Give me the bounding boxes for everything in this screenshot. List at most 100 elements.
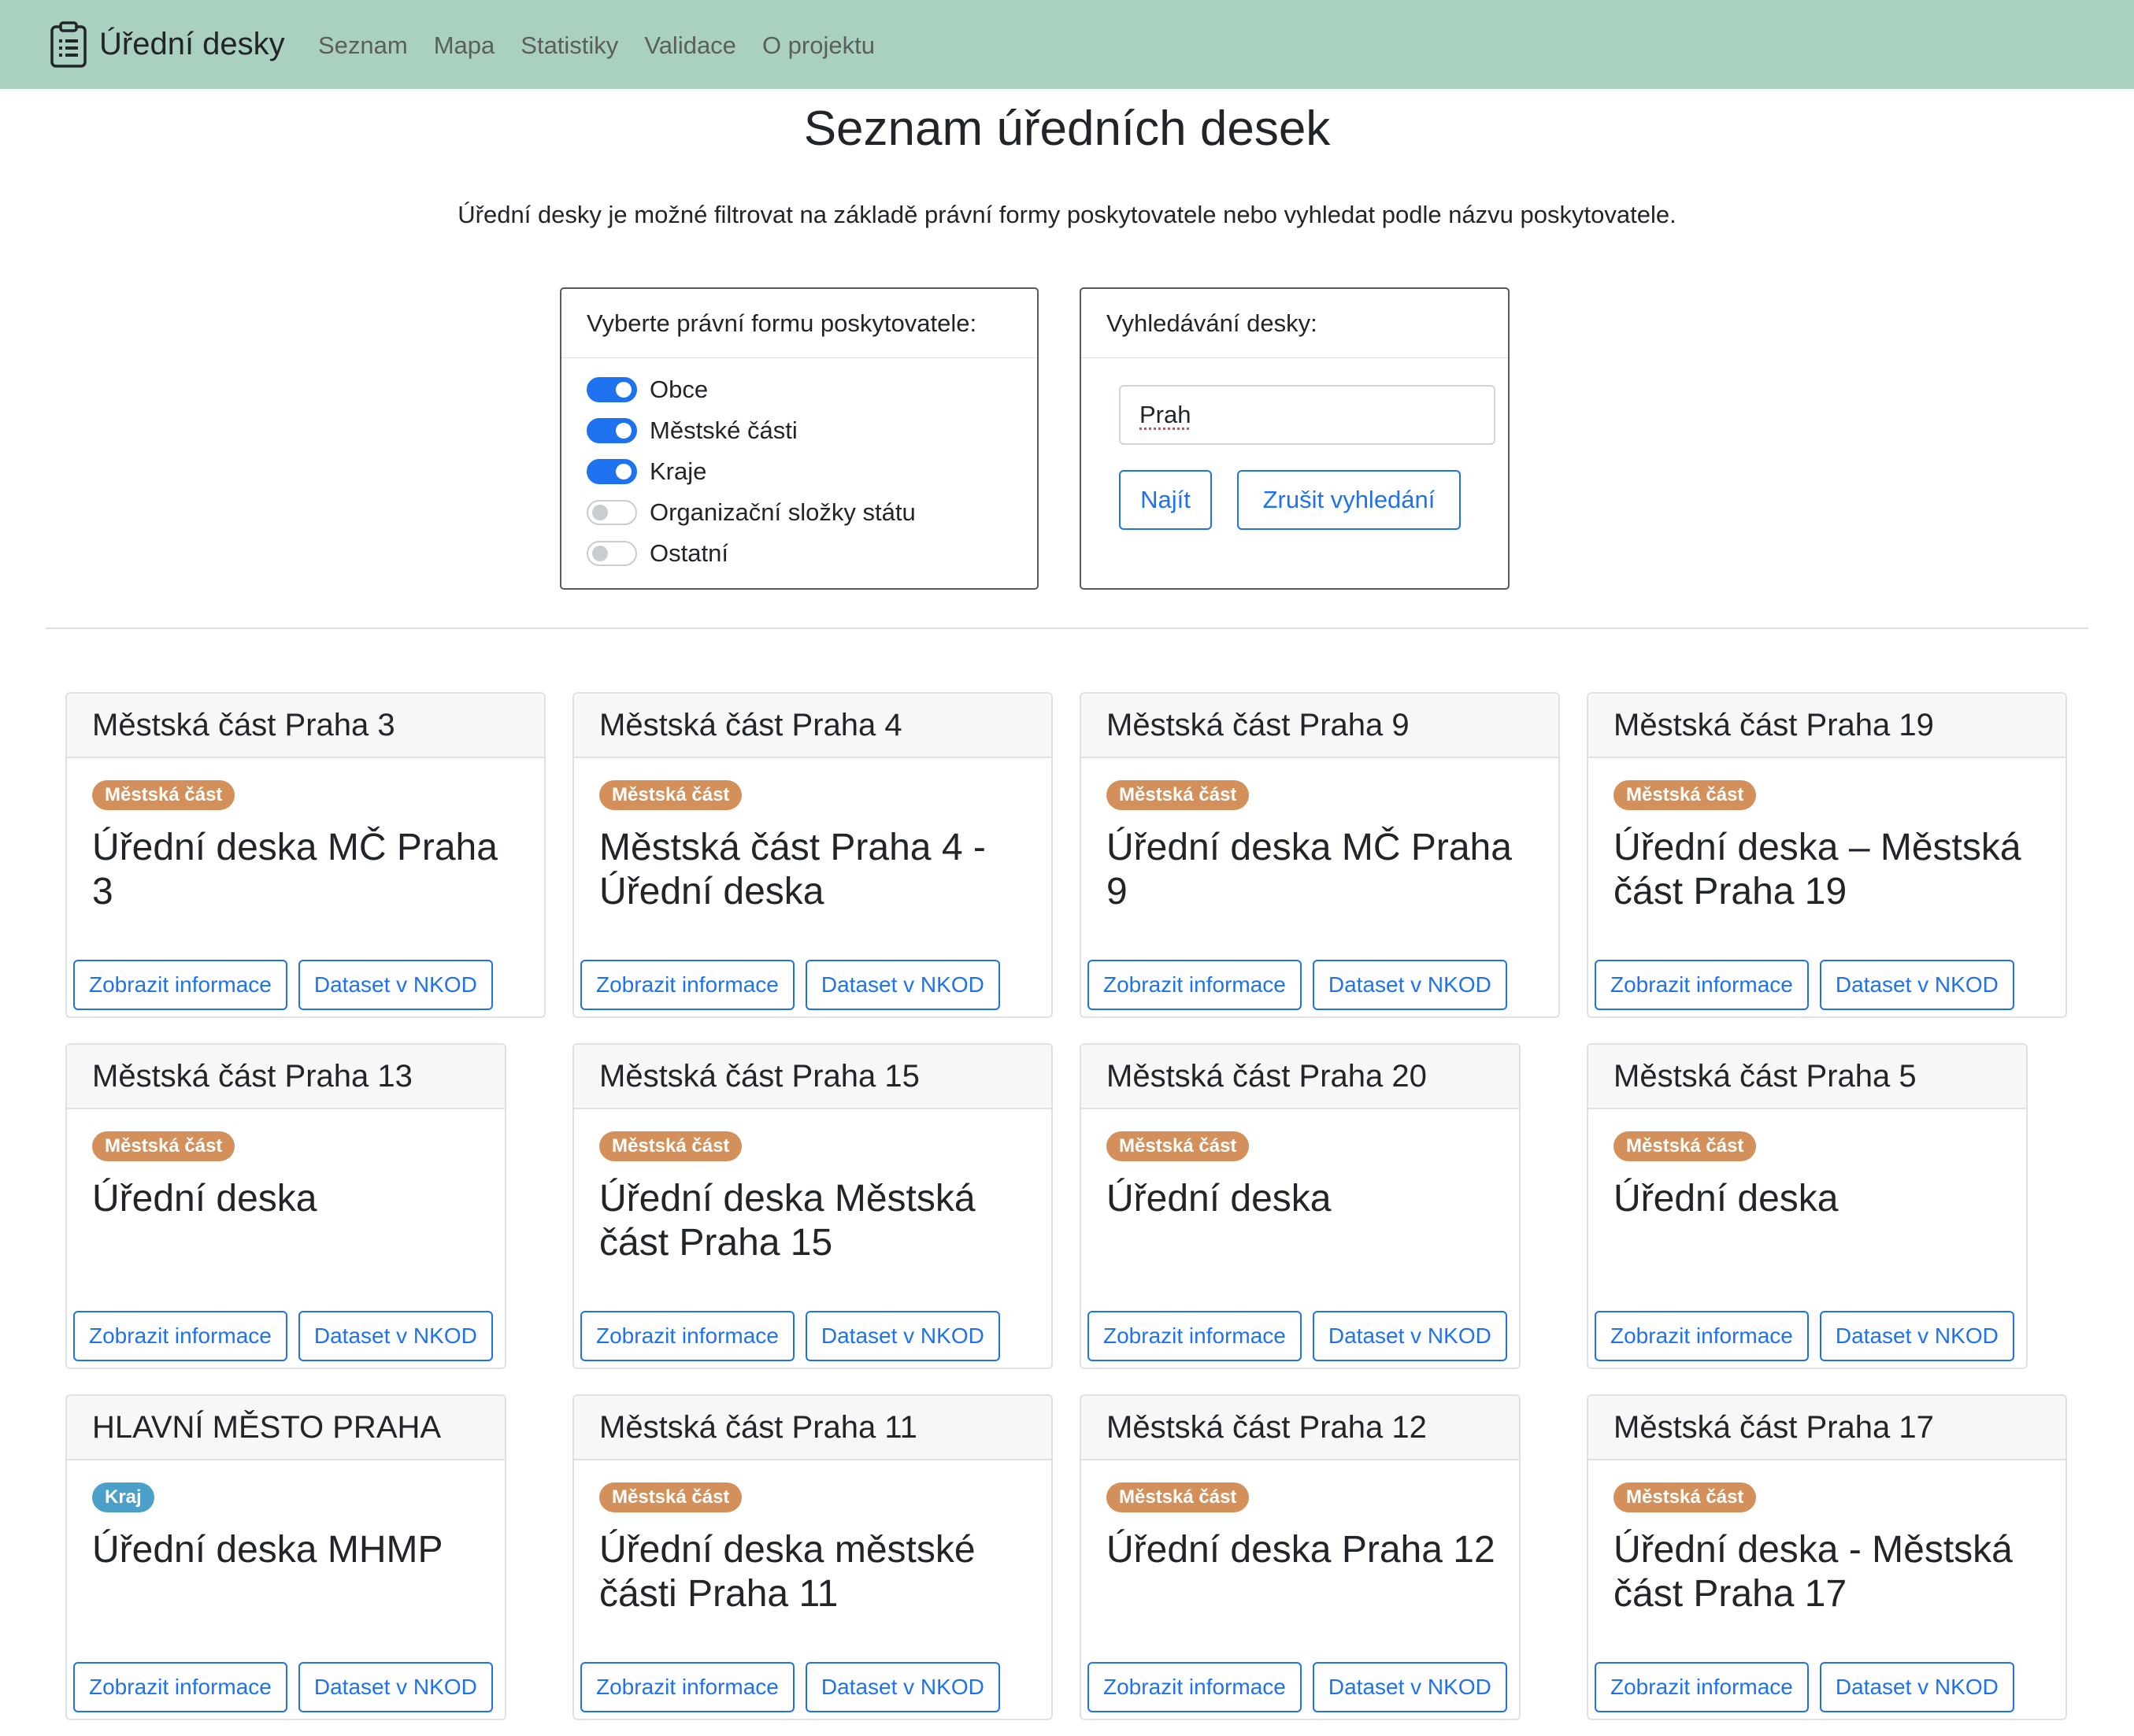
legal-form-badge: Městská část [1106,1482,1250,1512]
board-card: Městská část Praha 19 Městská část Úřední … [1587,692,2067,1018]
toggle-switch[interactable] [587,459,637,484]
switch-kraje[interactable]: Kraje [587,451,1037,492]
search-input[interactable]: Prah [1119,385,1495,445]
toggle-switch[interactable] [587,500,637,525]
show-info-button[interactable]: Zobrazit informace [580,960,795,1010]
show-info-button[interactable]: Zobrazit informace [73,960,287,1010]
card-title: Úřední deska - Městská část Praha 17 [1613,1529,2013,1615]
legal-form-switch-list: Obce Městské části Kraje Organizační slo… [561,358,1037,574]
nav-links: Seznam Mapa Statistiky Validace O projek… [318,24,901,68]
board-card: Městská část Praha 5 Městská část Úřední d… [1587,1043,2028,1369]
page-intro: Úřední desky je možné filtrovat na zákla… [458,201,1676,228]
card-header: Městská část Praha 4 [574,694,1051,758]
show-info-button[interactable]: Zobrazit informace [1595,1311,1809,1361]
card-header: Městská část Praha 9 [1081,694,1558,758]
show-info-button[interactable]: Zobrazit informace [1087,1311,1302,1361]
card-actions: Zobrazit informace Dataset v NKOD [73,1662,504,1712]
nkod-dataset-button[interactable]: Dataset v NKOD [805,1662,1000,1712]
section-divider [46,627,2088,629]
card-header: Městská část Praha 17 [1588,1396,2065,1460]
card-actions: Zobrazit informace Dataset v NKOD [1595,960,2025,1010]
nkod-dataset-button[interactable]: Dataset v NKOD [1312,1311,1507,1361]
show-info-button[interactable]: Zobrazit informace [1595,1662,1809,1712]
find-button[interactable]: Najít [1119,470,1212,530]
switch-mestske-casti[interactable]: Městské části [587,410,1037,451]
toggle-switch[interactable] [587,541,637,566]
switch-knob [616,382,632,398]
card-actions: Zobrazit informace Dataset v NKOD [1595,1311,2025,1361]
card-actions: Zobrazit informace Dataset v NKOD [73,960,504,1010]
legal-form-badge: Městská část [1106,780,1250,810]
card-header: HLAVNÍ MĚSTO PRAHA [67,1396,505,1460]
page-title: Seznam úředních desek [803,102,1331,156]
board-card: Městská část Praha 4 Městská část Městská … [572,692,1053,1018]
show-info-button[interactable]: Zobrazit informace [73,1662,287,1712]
nav-link-seznam[interactable]: Seznam [318,31,408,60]
nav-link-validace[interactable]: Validace [644,31,736,60]
nkod-dataset-button[interactable]: Dataset v NKOD [298,960,493,1010]
switch-organizacni-slozky[interactable]: Organizační složky státu [587,492,1037,533]
toggle-switch[interactable] [587,418,637,443]
switch-knob [616,464,632,479]
show-info-button[interactable]: Zobrazit informace [580,1311,795,1361]
nkod-dataset-button[interactable]: Dataset v NKOD [1819,1311,2014,1361]
search-header: Vyhledávání desky: [1081,289,1508,358]
switch-label: Obce [650,376,709,403]
legal-form-filter-header: Vyberte právní formu poskytovatele: [561,289,1037,358]
board-card: Městská část Praha 20 Městská část Úřední … [1080,1043,1521,1369]
legal-form-badge: Městská část [1106,1131,1250,1161]
top-navbar: Úřední desky Seznam Mapa Statistiky Vali… [0,0,2134,89]
card-title: Úřední deska MHMP [92,1529,443,1571]
legal-form-badge: Městská část [599,1482,743,1512]
brand-link[interactable]: Úřední desky [49,19,285,69]
switch-ostatni[interactable]: Ostatní [587,533,1037,574]
legal-form-badge: Kraj [92,1482,154,1512]
nkod-dataset-button[interactable]: Dataset v NKOD [1819,1662,2014,1712]
card-title: Úřední deska [1613,1178,1839,1220]
nav-link-statistiky[interactable]: Statistiky [521,31,618,60]
card-title: Úřední deska MČ Praha 3 [92,827,498,912]
nkod-dataset-button[interactable]: Dataset v NKOD [805,1311,1000,1361]
board-card: Městská část Praha 3 Městská část Úřední d… [65,692,546,1018]
card-header: Městská část Praha 13 [67,1045,505,1109]
nkod-dataset-button[interactable]: Dataset v NKOD [298,1662,493,1712]
switch-knob [592,505,608,520]
switch-label: Organizační složky státu [650,498,916,526]
show-info-button[interactable]: Zobrazit informace [1087,960,1302,1010]
legal-form-badge: Městská část [92,780,235,810]
show-info-button[interactable]: Zobrazit informace [1087,1662,1302,1712]
board-card: Městská část Praha 17 Městská část Úřední … [1587,1394,2067,1720]
legal-form-badge: Městská část [1613,780,1757,810]
card-header: Městská část Praha 15 [574,1045,1051,1109]
clear-search-button[interactable]: Zrušit vyhledání [1237,470,1461,530]
legal-form-badge: Městská část [599,780,743,810]
card-actions: Zobrazit informace Dataset v NKOD [580,960,1011,1010]
card-title: Úřední deska Městská část Praha 15 [599,1178,976,1264]
legal-form-badge: Městská část [1613,1131,1757,1161]
switch-obce[interactable]: Obce [587,369,1037,410]
search-input-value: Prah [1139,401,1191,428]
show-info-button[interactable]: Zobrazit informace [580,1662,795,1712]
nkod-dataset-button[interactable]: Dataset v NKOD [805,960,1000,1010]
switch-knob [592,546,608,561]
nkod-dataset-button[interactable]: Dataset v NKOD [1312,960,1507,1010]
board-card: Městská část Praha 12 Městská část Úřední … [1080,1394,1521,1720]
board-card: Městská část Praha 15 Městská část Úřední … [572,1043,1053,1369]
card-title: Úřední deska – Městská část Praha 19 [1613,827,2021,912]
nav-link-mapa[interactable]: Mapa [434,31,495,60]
nkod-dataset-button[interactable]: Dataset v NKOD [1312,1662,1507,1712]
card-title: Městská část Praha 4 - Úřední deska [599,827,986,912]
card-title: Úřední deska Praha 12 [1106,1529,1495,1571]
show-info-button[interactable]: Zobrazit informace [73,1311,287,1361]
nkod-dataset-button[interactable]: Dataset v NKOD [1819,960,2014,1010]
switch-label: Ostatní [650,539,728,567]
nkod-dataset-button[interactable]: Dataset v NKOD [298,1311,493,1361]
board-card: Městská část Praha 13 Městská část Úřední … [65,1043,506,1369]
card-actions: Zobrazit informace Dataset v NKOD [1087,1311,1518,1361]
toggle-switch[interactable] [587,377,637,402]
card-header: Městská část Praha 19 [1588,694,2065,758]
card-title: Úřední deska [1106,1178,1332,1220]
show-info-button[interactable]: Zobrazit informace [1595,960,1809,1010]
clipboard-list-icon [50,21,87,68]
nav-link-o-projektu[interactable]: O projektu [762,31,875,60]
